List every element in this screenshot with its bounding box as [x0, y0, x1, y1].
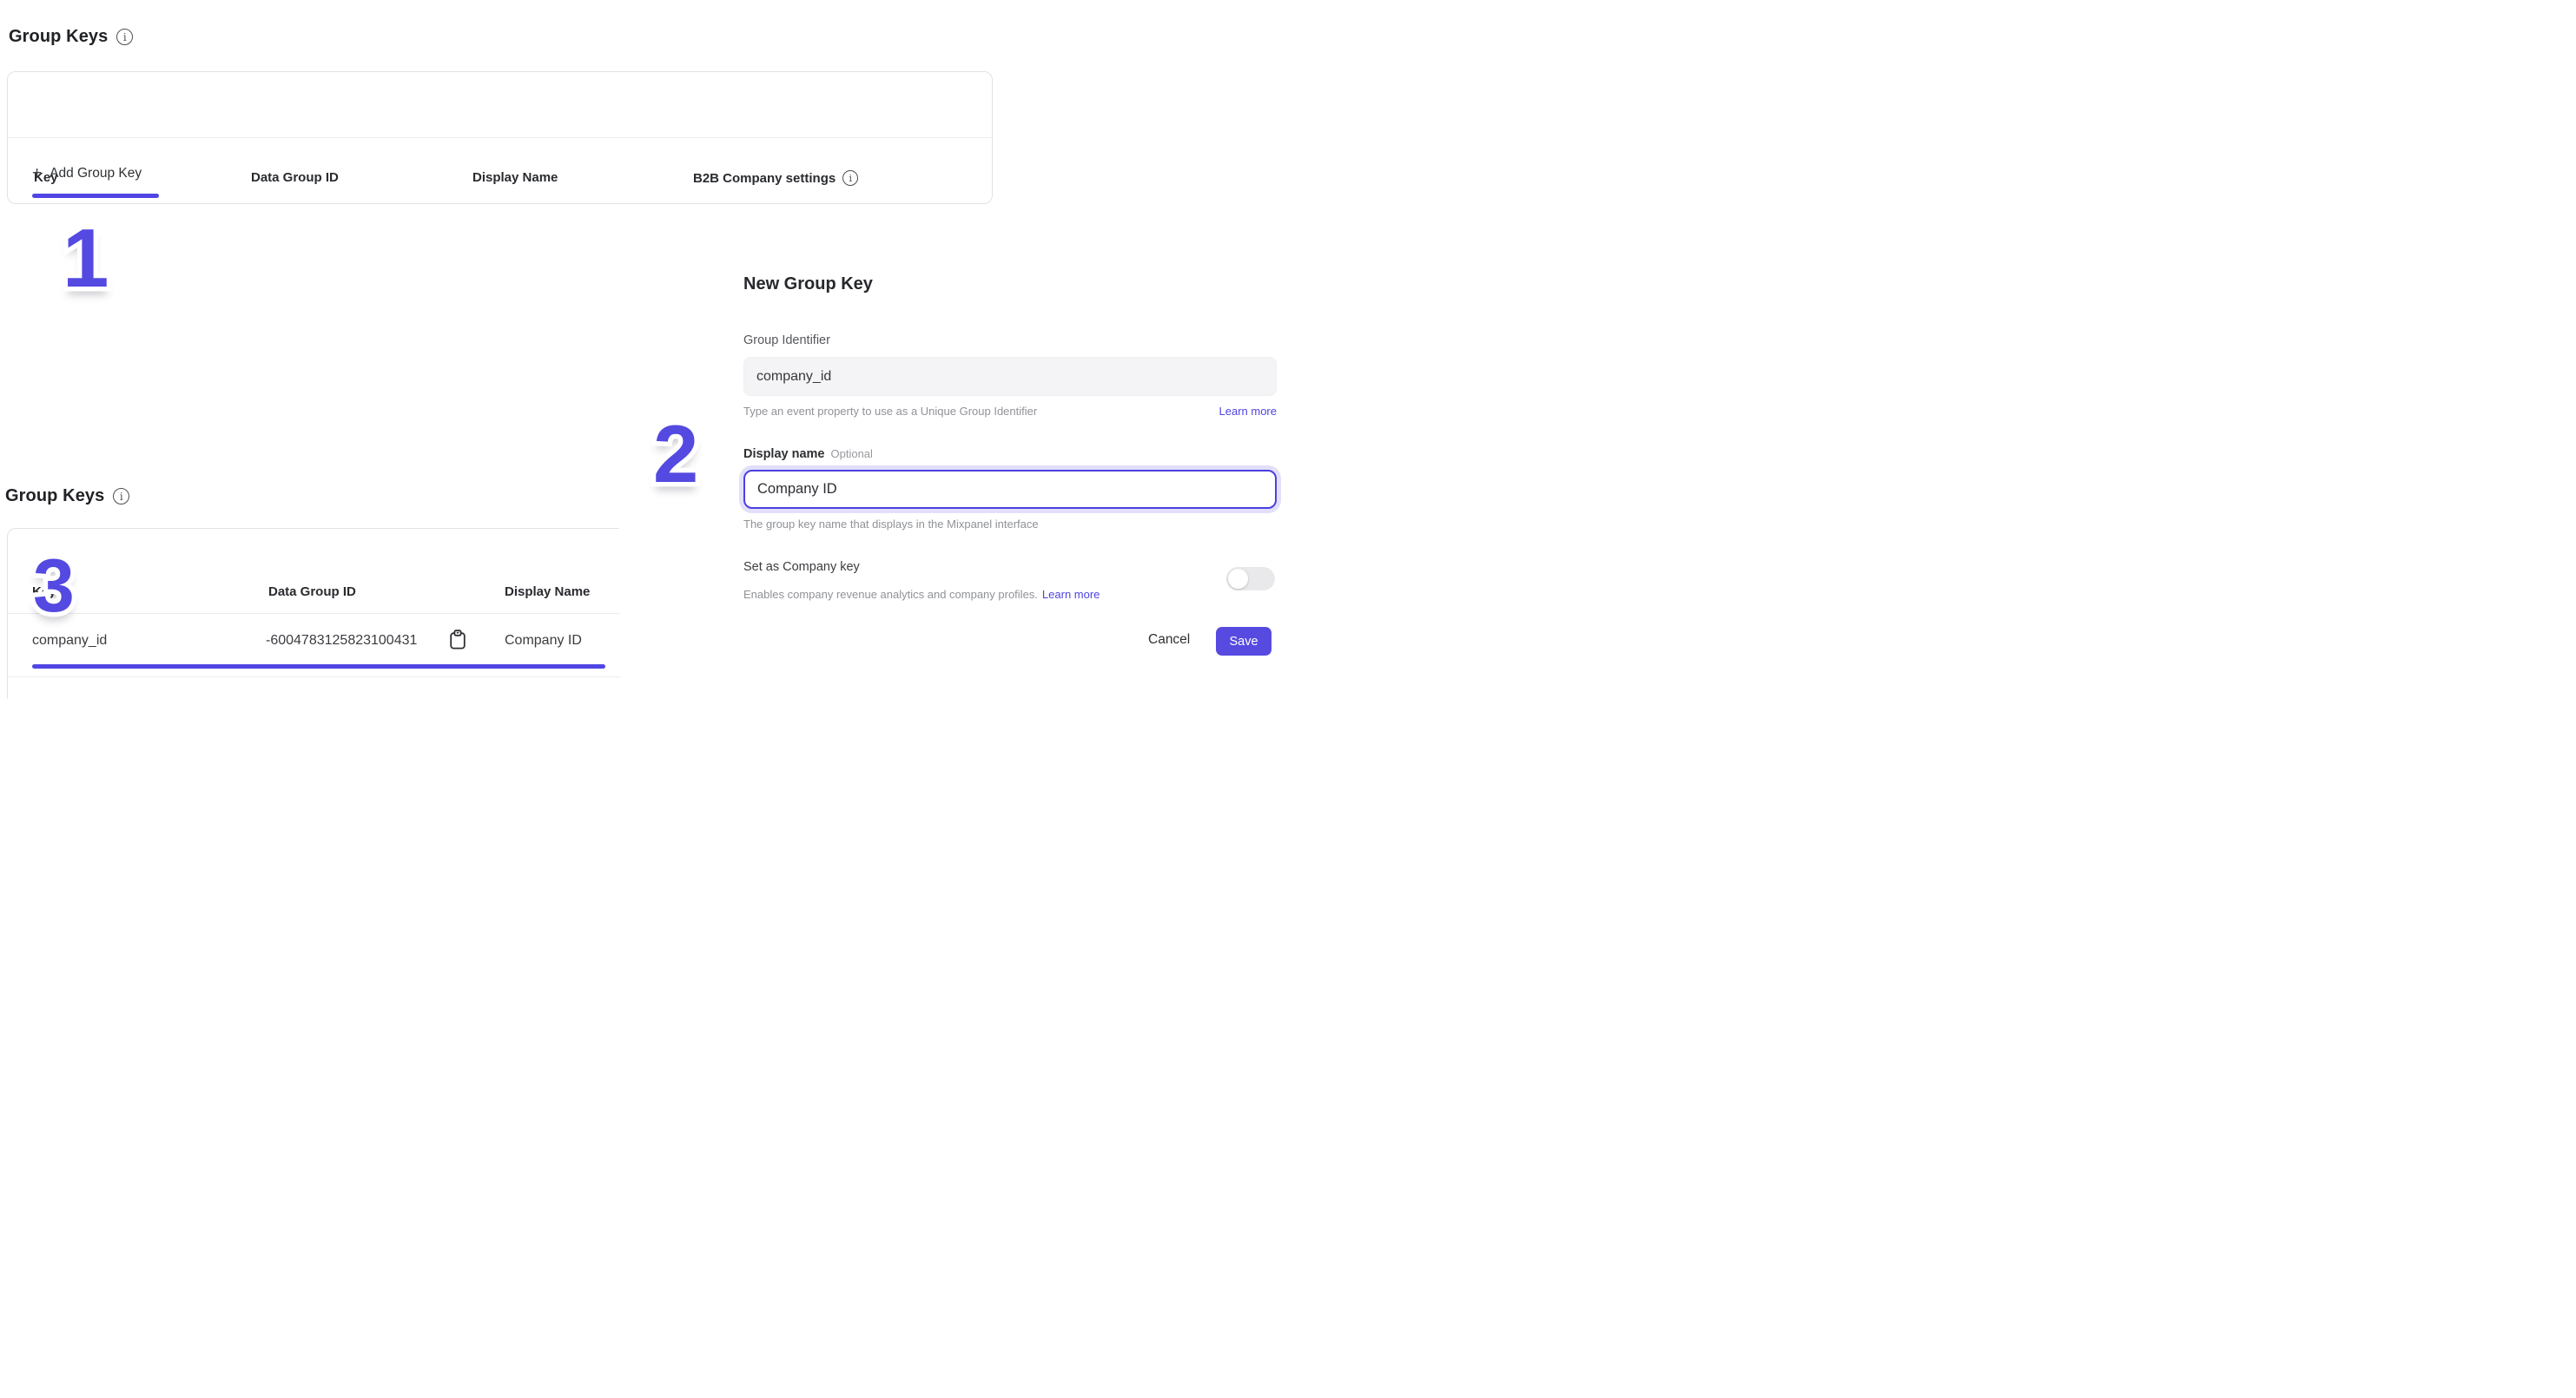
learn-more-link[interactable]: Learn more: [1042, 588, 1100, 601]
info-icon[interactable]: i: [842, 170, 858, 186]
display-name-helper-row: The group key name that displays in the …: [743, 518, 1277, 531]
info-icon[interactable]: i: [113, 488, 129, 504]
cancel-button[interactable]: Cancel: [1148, 632, 1190, 648]
display-name-input[interactable]: [743, 470, 1277, 509]
group-identifier-helper-text: Type an event property to use as a Uniqu…: [743, 405, 1037, 418]
group-keys-table-empty: Key Data Group ID Display Name B2B Compa…: [7, 71, 993, 204]
add-group-key-button[interactable]: + Add Group Key: [32, 165, 142, 181]
b2b-settings-label: B2B Company settings: [693, 171, 836, 186]
add-group-key-highlight-underline: [32, 194, 159, 198]
company-key-toggle[interactable]: [1226, 567, 1275, 590]
table-header-divider: [8, 613, 620, 614]
save-button[interactable]: Save: [1216, 627, 1271, 656]
add-group-key-label: Add Group Key: [50, 166, 142, 181]
group-identifier-helper-row: Type an event property to use as a Uniqu…: [743, 405, 1277, 418]
row-divider: [8, 676, 620, 677]
step-annotation-2: 2 2: [653, 413, 698, 495]
company-key-helper-row: Enables company revenue analytics and co…: [743, 588, 1282, 601]
display-name-label-text: Display name: [743, 447, 825, 461]
display-name-helper-text: The group key name that displays in the …: [743, 518, 1039, 531]
copy-icon[interactable]: [449, 630, 466, 650]
toggle-knob: [1228, 569, 1248, 589]
column-header-data-group-id: Data Group ID: [268, 584, 356, 599]
set-company-key-label: Set as Company key: [743, 560, 860, 574]
column-header-b2b-settings: B2B Company settings i: [693, 170, 858, 186]
display-name-label: Display name Optional: [743, 447, 873, 461]
row-data-group-id-cell: -6004783125823100431: [266, 633, 417, 649]
group-identifier-label: Group Identifier: [743, 333, 830, 347]
row-display-name-cell: Company ID: [505, 633, 582, 649]
info-icon[interactable]: i: [116, 29, 133, 45]
table-header-divider: [8, 137, 992, 138]
group-keys-heading-top: Group Keys i: [9, 27, 133, 47]
plus-icon: +: [32, 165, 42, 181]
group-keys-table-filled: Key Data Group ID Display Name company_i…: [7, 528, 619, 699]
row-highlight-underline: [32, 664, 605, 669]
column-header-display-name: Display Name: [472, 170, 558, 185]
group-keys-heading-label: Group Keys: [9, 27, 108, 47]
group-keys-heading-bottom: Group Keys i: [5, 486, 129, 506]
column-header-data-group-id: Data Group ID: [251, 170, 339, 185]
step-annotation-1: 1 1: [63, 217, 109, 300]
column-header-display-name: Display Name: [505, 584, 590, 599]
group-identifier-input[interactable]: [743, 357, 1277, 396]
group-keys-heading-label: Group Keys: [5, 486, 104, 506]
learn-more-link[interactable]: Learn more: [1219, 405, 1277, 418]
company-key-helper-text: Enables company revenue analytics and co…: [743, 588, 1038, 601]
row-key-cell: company_id: [32, 633, 107, 649]
new-group-key-title: New Group Key: [743, 274, 873, 294]
display-name-optional-text: Optional: [831, 447, 873, 460]
step-annotation-3: 3 3: [33, 549, 75, 623]
group-keys-settings-page: Group Keys i Key Data Group ID Display N…: [0, 0, 1288, 699]
